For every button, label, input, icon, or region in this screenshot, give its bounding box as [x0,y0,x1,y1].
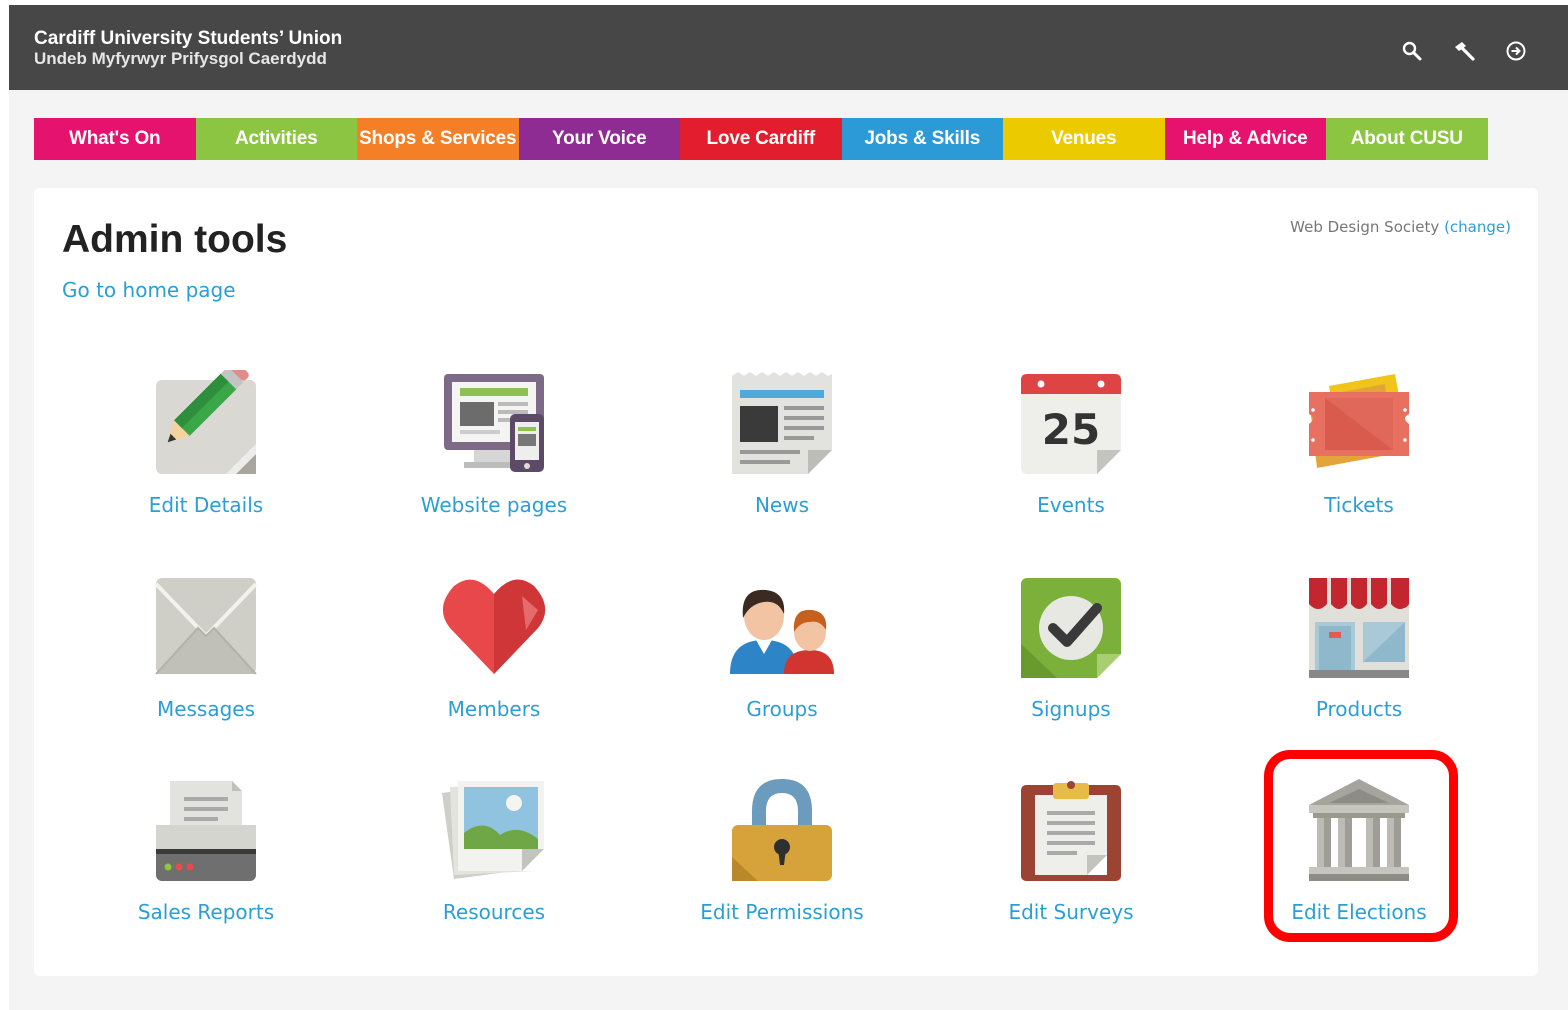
padlock-icon [732,779,832,881]
heart-icon [442,579,546,674]
change-society-link[interactable]: (change) [1444,218,1511,236]
tool-messages[interactable]: Messages [86,574,326,721]
nav-jobs-skills[interactable]: Jobs & Skills [841,118,1003,160]
ticket-icon [1309,374,1409,468]
tool-signups[interactable]: Signups [951,574,1191,721]
tool-edit-permissions[interactable]: Edit Permissions [662,777,902,924]
checkmark-icon [1021,578,1121,678]
search-icon[interactable] [1400,39,1424,63]
nav-love-cardiff[interactable]: Love Cardiff [680,118,842,160]
hammer-icon[interactable] [1452,39,1476,63]
calendar-icon: 25 [1021,374,1121,474]
tool-label: Products [1315,697,1403,721]
tool-label: Events [1037,493,1105,517]
newspaper-icon [732,372,832,474]
tool-label: Website pages [420,493,568,517]
tool-label: Tickets [1324,493,1394,517]
society-name: Web Design Society [1290,218,1440,236]
pencil-icon [156,370,256,474]
site-title-english: Cardiff University Students’ Union [34,28,343,49]
tool-resources[interactable]: Resources [374,777,614,924]
nav-whats-on[interactable]: What's On [34,118,196,160]
header-icons [1400,39,1528,63]
nav-venues[interactable]: Venues [1003,118,1165,160]
tool-label: Groups [746,697,818,721]
site-header: Cardiff University Students’ Union Undeb… [9,5,1568,90]
tool-events[interactable]: 25 Events [951,370,1191,517]
page-title: Admin tools [62,218,288,261]
tool-news[interactable]: News [662,370,902,517]
tool-label: News [754,493,810,517]
tool-label: Members [447,697,541,721]
home-page-link[interactable]: Go to home page [62,278,236,302]
nav-help-advice[interactable]: Help & Advice [1164,118,1326,160]
tool-edit-surveys[interactable]: Edit Surveys [951,777,1191,924]
current-society: Web Design Society (change) [1290,218,1511,236]
calendar-day: 25 [1042,405,1100,454]
site-title-welsh: Undeb Myfyrwyr Prifysgol Caerdydd [34,49,327,68]
tool-sales-reports[interactable]: Sales Reports [86,777,326,924]
people-icon [730,589,834,674]
tool-label: Resources [442,900,546,924]
main-navigation: What's On Activities Shops & Services Yo… [34,118,1538,160]
monitor-icon [444,374,544,472]
tool-label: Signups [1031,697,1111,721]
clipboard-icon [1021,781,1121,881]
tool-tickets[interactable]: Tickets [1239,370,1479,517]
tool-edit-details[interactable]: Edit Details [86,370,326,517]
tool-label: Edit Permissions [700,900,864,924]
tool-members[interactable]: Members [374,574,614,721]
shop-icon [1309,578,1409,678]
tool-label: Edit Details [148,493,264,517]
photos-icon [442,781,544,879]
tool-label: Messages [156,697,256,721]
tool-label: Sales Reports [137,900,275,924]
tool-website-pages[interactable]: Website pages [374,370,614,517]
printer-icon [156,781,256,881]
tool-label: Edit Surveys [1008,900,1134,924]
nav-about-cusu[interactable]: About CUSU [1326,118,1488,160]
highlight-box [1264,750,1458,942]
site-logo[interactable]: Cardiff University Students’ Union Undeb… [34,28,342,69]
nav-shops-services[interactable]: Shops & Services [357,118,519,160]
envelope-icon [154,578,258,675]
tool-groups[interactable]: Groups [662,574,902,721]
logout-icon[interactable] [1504,39,1528,63]
tool-products[interactable]: Products [1239,574,1479,721]
nav-your-voice[interactable]: Your Voice [518,118,680,160]
nav-activities[interactable]: Activities [195,118,357,160]
